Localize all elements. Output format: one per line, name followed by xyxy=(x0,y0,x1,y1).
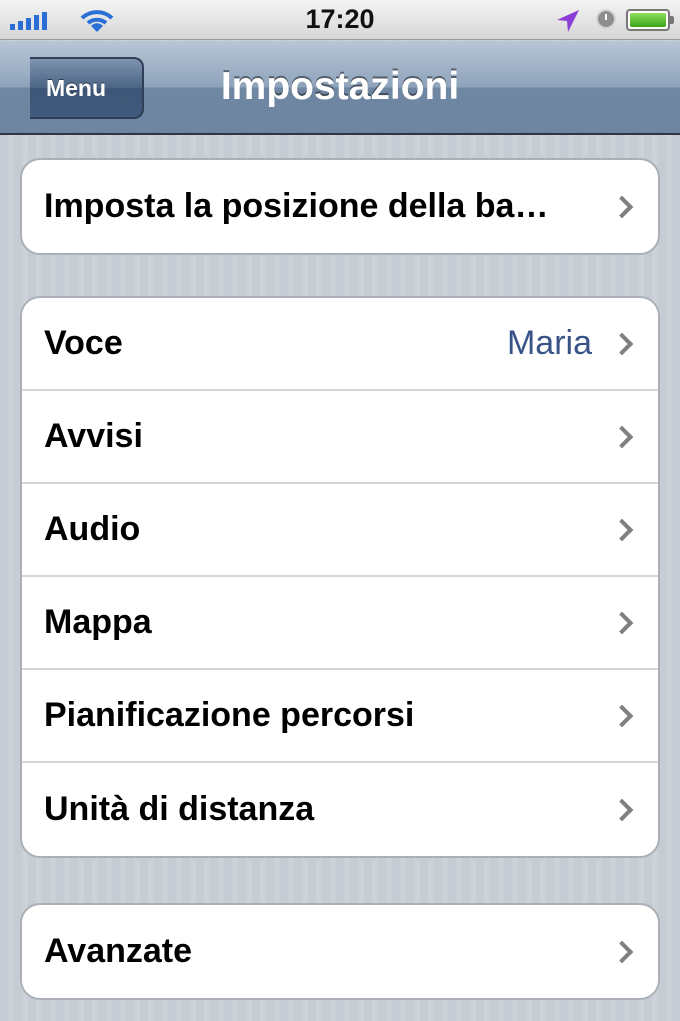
settings-row-voice[interactable]: Voce Maria xyxy=(22,298,658,391)
settings-row-map[interactable]: Mappa xyxy=(22,577,658,670)
settings-row-alerts[interactable]: Avvisi xyxy=(22,391,658,484)
chevron-right-icon xyxy=(610,425,634,448)
battery-icon xyxy=(626,9,674,31)
navigation-bar: Menu Impostazioni xyxy=(0,41,680,135)
chevron-right-icon xyxy=(610,940,634,963)
chevron-right-icon xyxy=(610,798,634,821)
settings-group-location: Imposta la posizione della ba… xyxy=(20,158,660,255)
row-label: Avanzate xyxy=(44,932,193,970)
row-value: Maria xyxy=(506,324,592,362)
page-title: Impostazioni xyxy=(220,65,460,108)
settings-row-home-position[interactable]: Imposta la posizione della ba… xyxy=(22,160,658,253)
row-label: Pianificazione percorsi xyxy=(44,696,415,734)
row-label: Avvisi xyxy=(44,417,143,455)
settings-group-main: Voce Maria Avvisi Audio Mappa Pianificaz… xyxy=(20,296,660,858)
location-arrow-icon xyxy=(557,10,579,32)
status-bar: 17:20 xyxy=(0,0,680,40)
settings-row-route-planning[interactable]: Pianificazione percorsi xyxy=(22,670,658,763)
chevron-right-icon xyxy=(610,611,634,634)
settings-row-audio[interactable]: Audio xyxy=(22,484,658,577)
chevron-right-icon xyxy=(610,518,634,541)
settings-group-advanced: Avanzate xyxy=(20,903,660,1000)
row-label: Audio xyxy=(44,510,141,548)
row-label: Imposta la posizione della ba… xyxy=(44,187,549,225)
clock-icon xyxy=(596,9,616,29)
chevron-right-icon xyxy=(610,704,634,727)
settings-row-advanced[interactable]: Avanzate xyxy=(22,905,658,998)
row-label: Mappa xyxy=(44,603,152,641)
settings-row-distance-units[interactable]: Unità di distanza xyxy=(22,763,658,856)
row-label: Voce xyxy=(44,324,123,362)
row-label: Unità di distanza xyxy=(44,790,315,828)
chevron-right-icon xyxy=(610,332,634,355)
chevron-right-icon xyxy=(610,195,634,218)
battery-fill xyxy=(630,13,666,27)
